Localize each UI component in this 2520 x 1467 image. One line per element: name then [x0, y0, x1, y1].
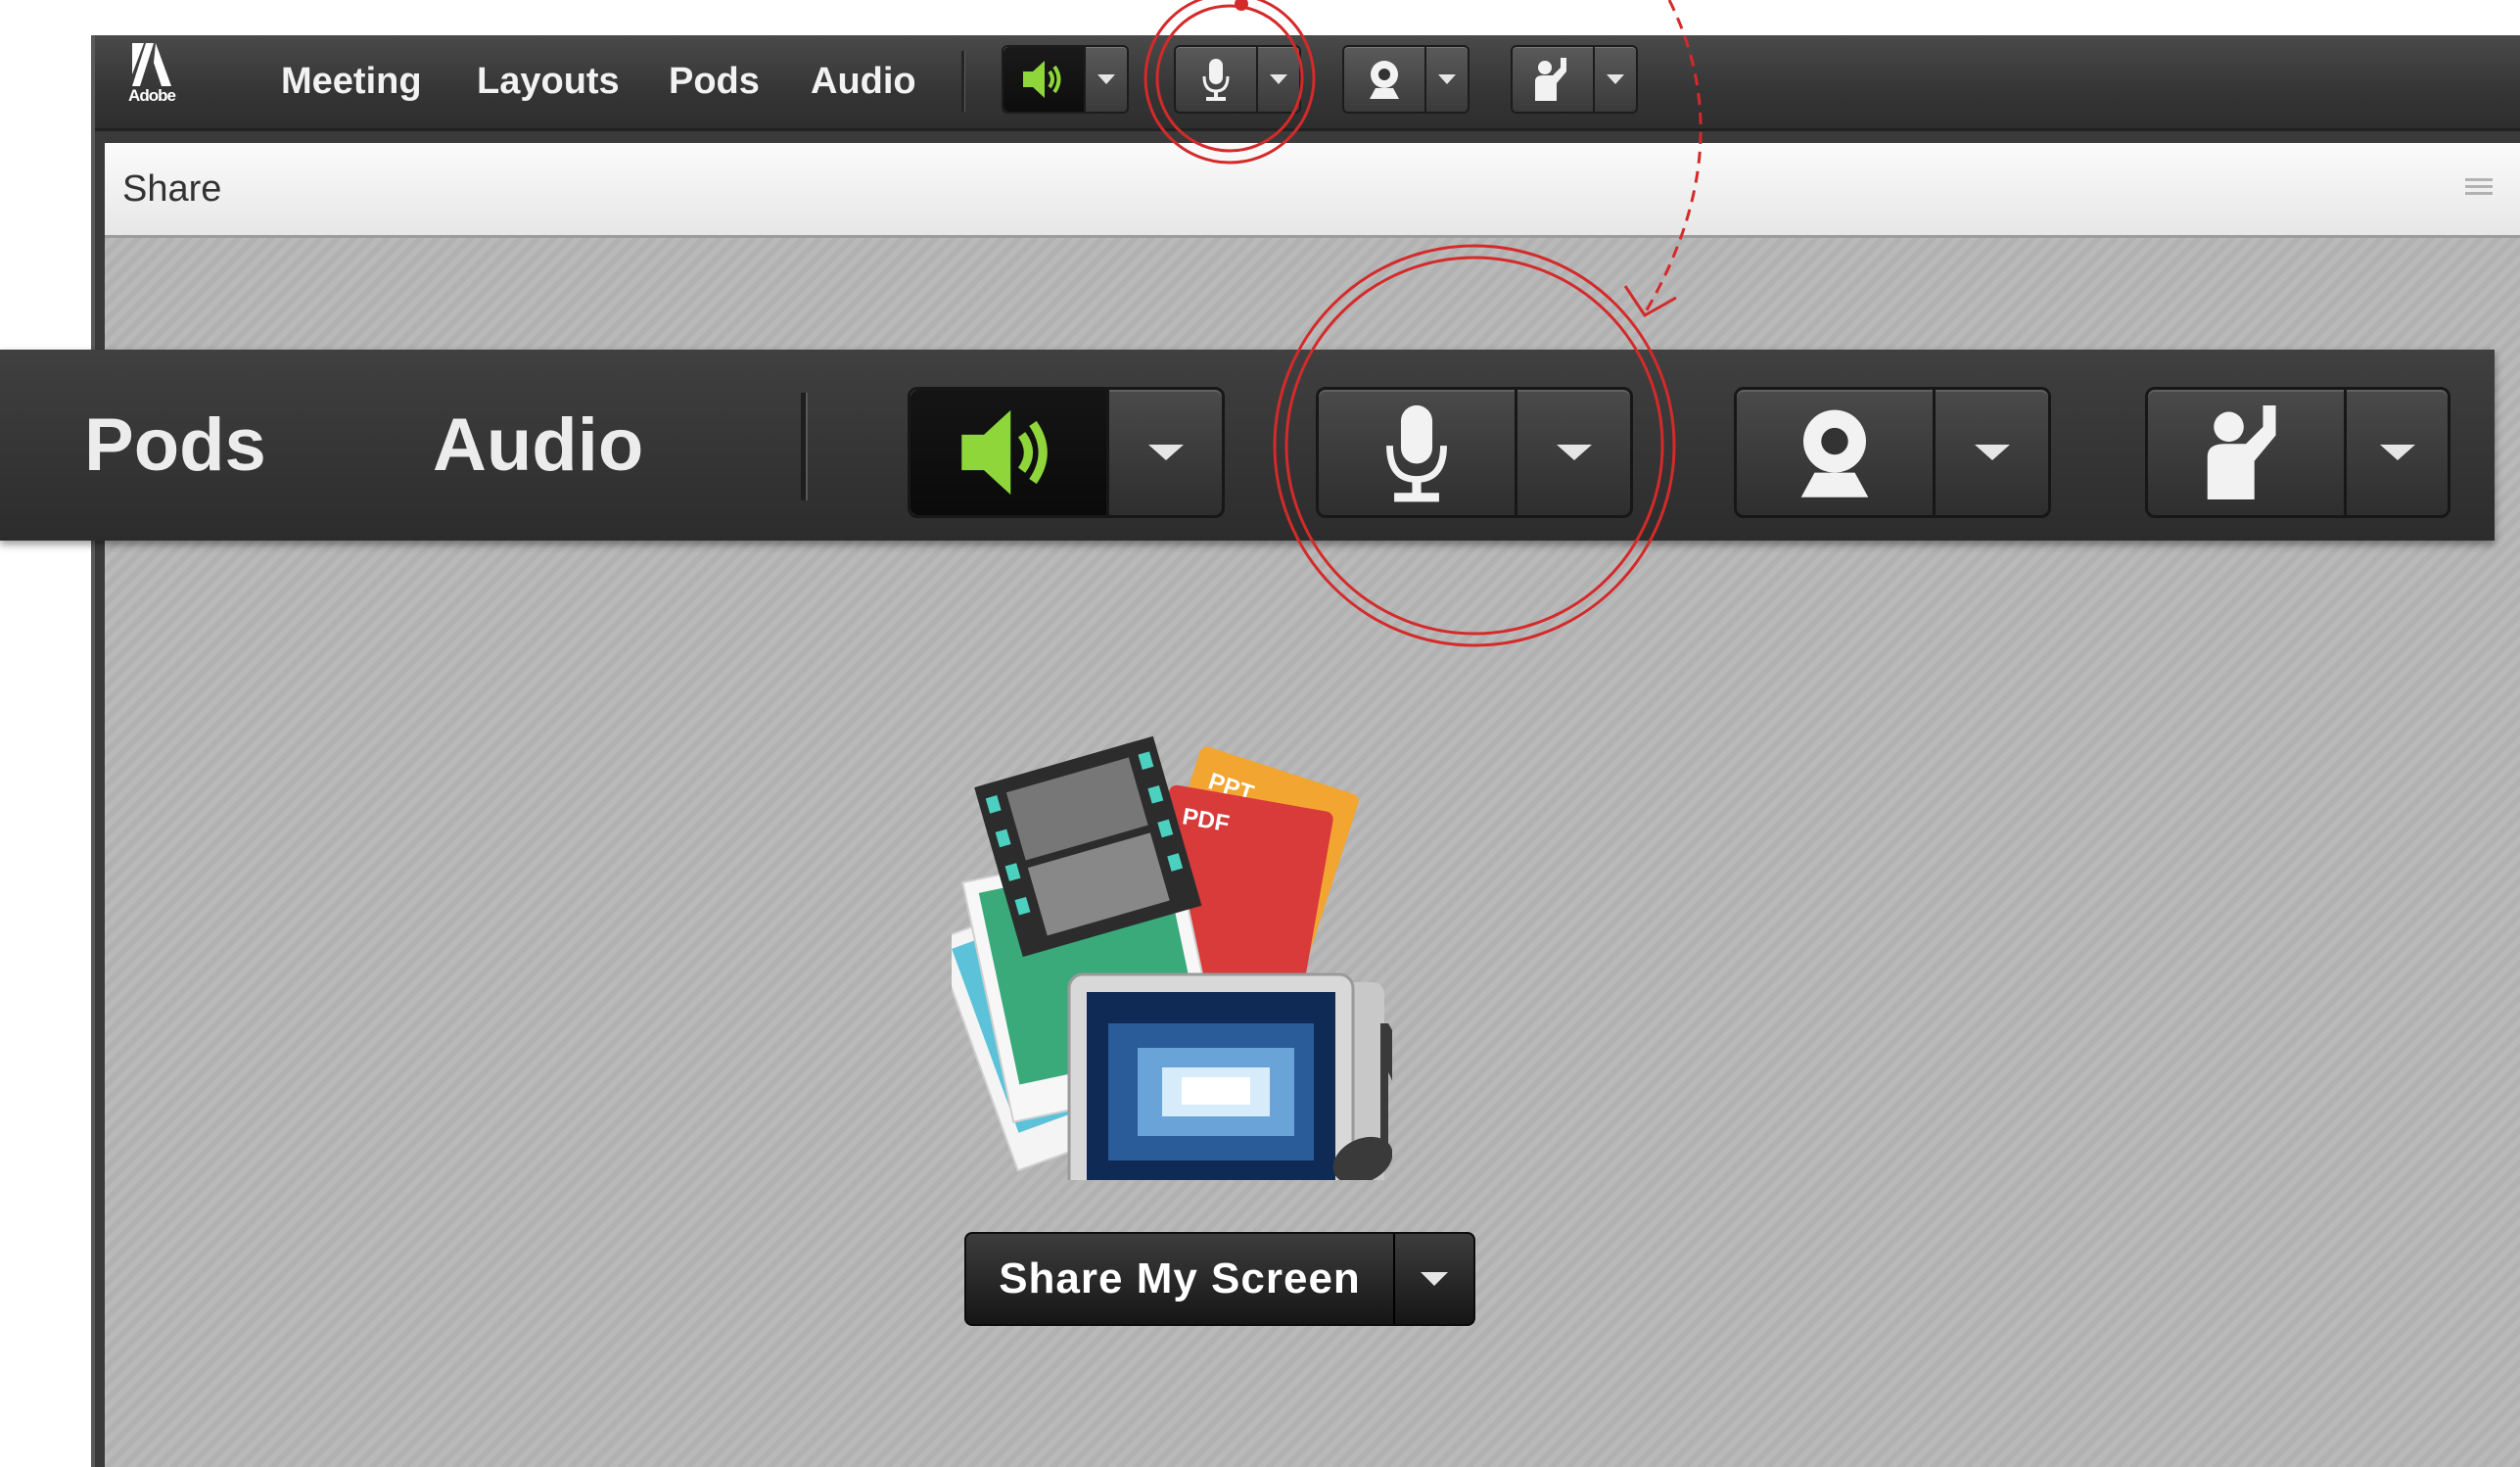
- microphone-dropdown[interactable]: [1258, 47, 1299, 112]
- menu-layouts[interactable]: Layouts: [477, 35, 620, 128]
- speaker-icon: [961, 409, 1048, 496]
- speaker-icon: [1023, 61, 1061, 98]
- logo-text: Adobe: [128, 86, 176, 105]
- zoom-microphone-toggle: [1319, 390, 1517, 515]
- menu-pods[interactable]: Pods: [669, 35, 760, 128]
- share-media-illustration: PPT PDF: [952, 735, 1392, 1180]
- share-my-screen-label[interactable]: Share My Screen: [966, 1234, 1395, 1324]
- zoom-microphone-dropdown: [1517, 390, 1630, 515]
- microphone-toggle[interactable]: [1176, 47, 1258, 112]
- zoom-raise-hand-dropdown: [2347, 390, 2448, 515]
- webcam-dropdown[interactable]: [1426, 47, 1468, 112]
- webcam-icon: [1800, 409, 1869, 497]
- chevron-down-icon: [1974, 445, 2010, 460]
- zoomed-toolbar-callout: Pods Audio: [0, 350, 2495, 541]
- share-my-screen-button[interactable]: Share My Screen: [964, 1232, 1475, 1326]
- raise-hand-toggle[interactable]: [1513, 47, 1595, 112]
- zoom-webcam-toggle: [1737, 390, 1936, 515]
- menu-bar: Adobe Meeting Layouts Pods Audio: [95, 35, 2520, 131]
- raise-hand-button[interactable]: [1511, 45, 1638, 114]
- chevron-down-icon: [1438, 74, 1456, 84]
- raise-hand-icon: [2207, 405, 2276, 499]
- microphone-icon: [1202, 59, 1230, 101]
- microphone-button[interactable]: [1174, 45, 1301, 114]
- zoom-webcam-button: [1734, 387, 2051, 518]
- zoom-webcam-dropdown: [1936, 390, 2048, 515]
- webcam-toggle[interactable]: [1344, 47, 1426, 112]
- menu-meeting[interactable]: Meeting: [281, 35, 422, 128]
- zoom-speaker-dropdown: [1109, 390, 1222, 515]
- chevron-down-icon: [2379, 445, 2415, 460]
- raise-hand-icon: [1535, 58, 1566, 101]
- zoom-microphone-button: [1316, 387, 1633, 518]
- microphone-icon: [1386, 404, 1447, 502]
- raise-hand-dropdown[interactable]: [1595, 47, 1636, 112]
- zoom-raise-hand-button: [2145, 387, 2450, 518]
- adobe-logo-icon: [132, 43, 171, 86]
- chevron-down-icon: [1147, 445, 1184, 460]
- zoom-toolbar-divider: [801, 393, 808, 500]
- toolbar-divider: [961, 51, 965, 112]
- chevron-down-icon: [1607, 74, 1624, 84]
- speaker-dropdown[interactable]: [1086, 47, 1127, 112]
- callout-anchor-dot: [1235, 0, 1248, 11]
- pod-title: Share: [122, 168, 222, 210]
- speaker-button[interactable]: [1002, 45, 1129, 114]
- speaker-toggle[interactable]: [1003, 47, 1086, 112]
- webcam-icon: [1370, 61, 1399, 99]
- webcam-button[interactable]: [1342, 45, 1470, 114]
- share-options-dropdown[interactable]: [1395, 1234, 1473, 1324]
- chevron-down-icon: [1270, 74, 1287, 84]
- menu-audio[interactable]: Audio: [811, 35, 916, 128]
- zoom-menu-pods: Pods: [84, 403, 266, 487]
- zoom-raise-hand-toggle: [2148, 390, 2347, 515]
- adobe-logo: Adobe: [122, 41, 181, 119]
- chevron-down-icon: [1556, 445, 1592, 460]
- zoom-menu-audio: Audio: [433, 403, 644, 487]
- zoom-speaker-button: [908, 387, 1225, 518]
- chevron-down-icon: [1097, 74, 1115, 84]
- zoom-speaker-toggle: [910, 390, 1109, 515]
- pod-options-icon[interactable]: [2465, 178, 2504, 200]
- chevron-down-icon: [1421, 1272, 1448, 1286]
- pod-header: Share: [105, 143, 2520, 238]
